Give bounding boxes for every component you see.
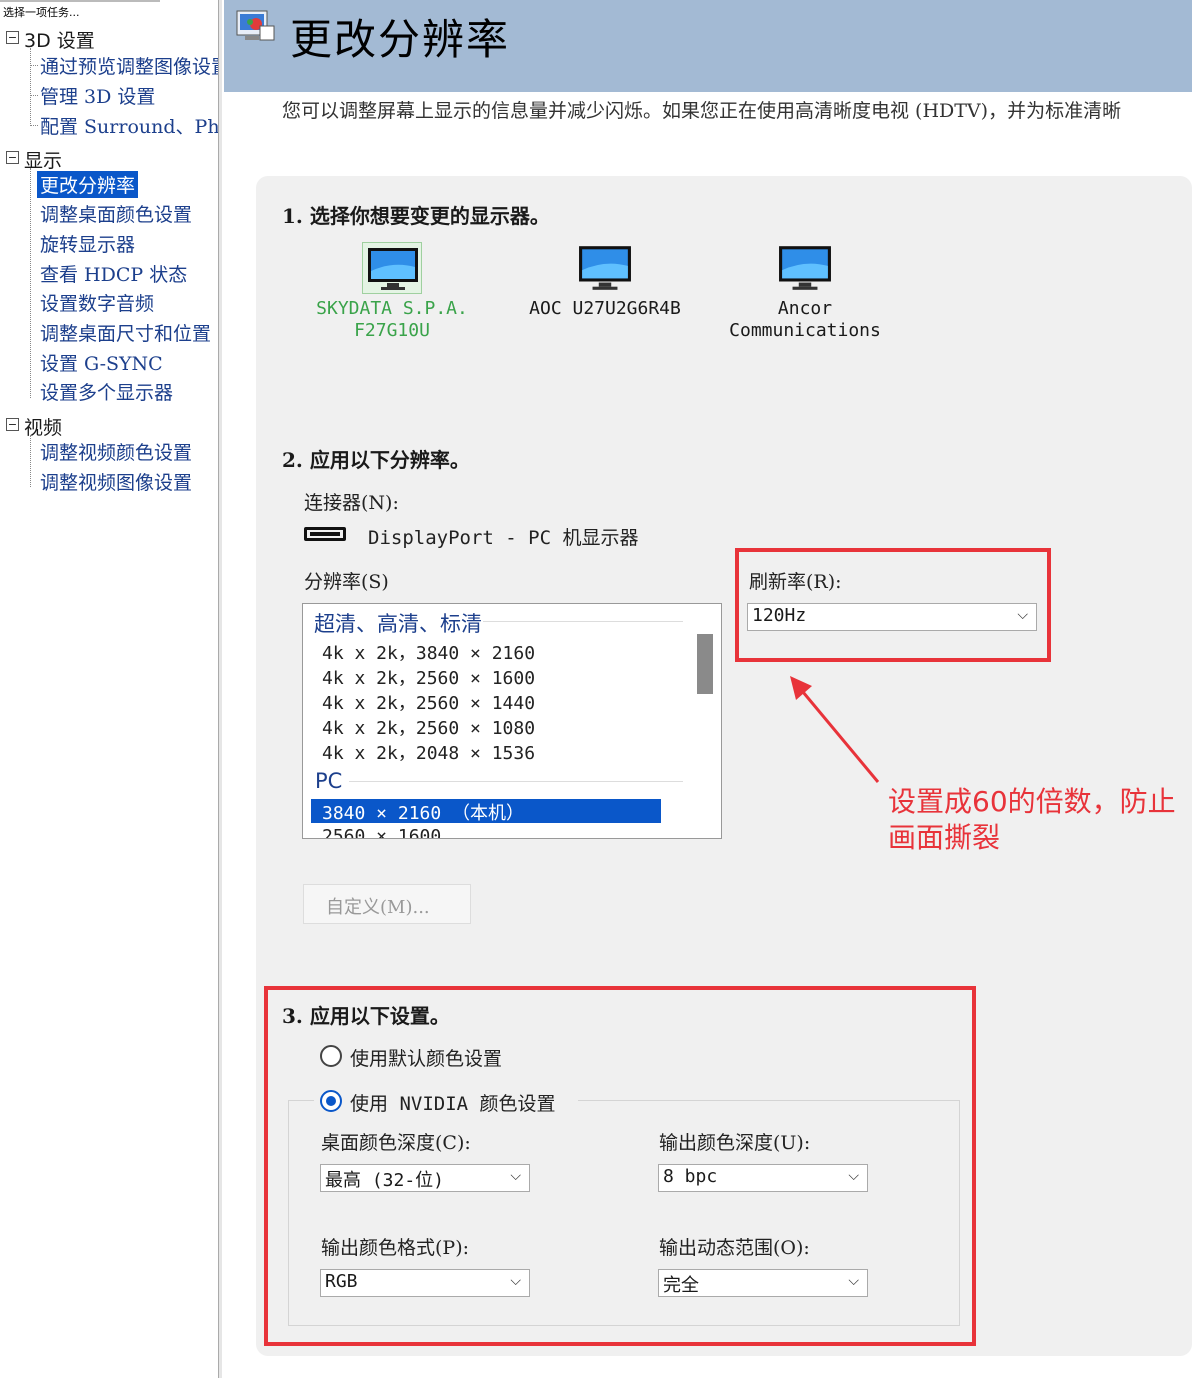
- divider: [483, 621, 683, 622]
- step1-heading: 1. 选择你想要变更的显示器。: [282, 204, 550, 228]
- annotation-arrow-icon: [790, 676, 880, 783]
- resolution-label: 分辨率(S): [304, 571, 389, 593]
- annotation-text-line2: 画面撕裂: [888, 821, 1001, 854]
- divider: [349, 781, 683, 782]
- chevron-down-icon: ⌵: [510, 1168, 521, 1184]
- radio-default-color[interactable]: [320, 1045, 342, 1067]
- sidebar-caption: 选择一项任务...: [3, 6, 80, 19]
- annotation-text-line1: 设置成60的倍数，防止: [888, 785, 1176, 818]
- monitor-skydata-name: SKYDATA S.P.A.: [316, 298, 468, 319]
- desktop-color-depth-label: 桌面颜色深度(C):: [321, 1132, 471, 1154]
- page-title: 更改分辨率: [290, 15, 511, 64]
- sidebar-item-digital-audio[interactable]: 设置数字音频: [40, 289, 218, 316]
- list-scrollbar-thumb[interactable]: [697, 634, 713, 694]
- desktop-color-depth-value: 最高 (32-位): [325, 1170, 445, 1191]
- output-color-format-value: RGB: [325, 1271, 358, 1292]
- output-color-depth-label: 输出颜色深度(U):: [659, 1132, 811, 1154]
- radio-nvidia-color-label: 使用 NVIDIA 颜色设置: [350, 1093, 556, 1115]
- tree-line: [30, 95, 38, 96]
- monitor-aoc-name: AOC U27U2G6R4B: [529, 298, 681, 319]
- sidebar-item-surround-physx[interactable]: 配置 Surround、PhysX: [40, 112, 218, 139]
- resolution-option-selected[interactable]: 3840 × 2160 （本机）: [311, 799, 661, 824]
- sidebar-item-video-color[interactable]: 调整视频颜色设置: [40, 438, 218, 465]
- divider: [0, 0, 160, 2]
- sidebar-item-multi-display[interactable]: 设置多个显示器: [40, 378, 218, 405]
- connector-label: 连接器(N):: [304, 492, 399, 514]
- tree-line: [30, 48, 31, 126]
- resolution-option[interactable]: 4k x 2k，2560 × 1600: [322, 664, 535, 690]
- group-header-hd: 超清、高清、标清: [314, 612, 482, 636]
- monitor-skydata-model: F27G10U: [354, 320, 430, 341]
- collapse-toggle-display[interactable]: −: [6, 151, 19, 164]
- sidebar-splitter[interactable]: [218, 0, 222, 1378]
- chevron-down-icon: ⌵: [848, 1168, 859, 1184]
- tree-line: [30, 125, 38, 126]
- radio-nvidia-color[interactable]: [320, 1090, 342, 1112]
- chevron-down-icon: ⌵: [510, 1273, 521, 1289]
- connector-value: DisplayPort - PC 机显示器: [368, 527, 639, 549]
- tree-line: [30, 65, 38, 66]
- display-settings-icon: [236, 10, 276, 44]
- category-3d-settings[interactable]: 3D 设置: [24, 26, 95, 53]
- collapse-toggle-video[interactable]: −: [6, 418, 19, 431]
- monitor-icon: [368, 248, 418, 290]
- tree-line: [30, 168, 31, 398]
- monitor-aoc-icon[interactable]: [578, 245, 632, 291]
- sidebar-item-preview-image[interactable]: 通过预览调整图像设置: [40, 52, 218, 79]
- group-header-pc: PC: [315, 769, 343, 793]
- output-dynamic-range-label: 输出动态范围(O):: [659, 1237, 810, 1259]
- monitor-ancor-company: Communications: [729, 320, 881, 341]
- sidebar-item-manage-3d[interactable]: 管理 3D 设置: [40, 82, 218, 109]
- monitor-ancor-name: Ancor: [777, 298, 833, 319]
- resolution-option[interactable]: 4k x 2k，3840 × 2160: [322, 639, 535, 665]
- refresh-rate-dropdown[interactable]: 120Hz ⌵: [747, 603, 1037, 631]
- output-color-format-dropdown[interactable]: RGB ⌵: [320, 1269, 530, 1297]
- refresh-rate-value: 120Hz: [752, 605, 807, 626]
- monitor-ancor-icon[interactable]: [778, 245, 832, 291]
- resolution-option[interactable]: 4k x 2k，2560 × 1080: [322, 714, 535, 740]
- monitor-skydata[interactable]: [362, 242, 422, 294]
- sidebar: 选择一项任务... − 3D 设置 通过预览调整图像设置 管理 3D 设置 配置…: [0, 0, 222, 1378]
- refresh-rate-label: 刷新率(R):: [749, 571, 842, 593]
- custom-resolution-button[interactable]: 自定义(M)...: [303, 884, 471, 924]
- collapse-toggle-3d[interactable]: −: [6, 31, 19, 44]
- tree-line: [30, 435, 31, 487]
- resolution-option[interactable]: 4k x 2k，2560 × 1440: [322, 689, 535, 715]
- output-color-format-label: 输出颜色格式(P):: [321, 1237, 470, 1259]
- sidebar-item-desktop-size[interactable]: 调整桌面尺寸和位置: [40, 319, 218, 346]
- output-color-depth-value: 8 bpc: [663, 1166, 718, 1187]
- sidebar-item-video-image[interactable]: 调整视频图像设置: [40, 468, 218, 495]
- desktop-color-depth-dropdown[interactable]: 最高 (32-位) ⌵: [320, 1164, 530, 1192]
- sidebar-item-desktop-color[interactable]: 调整桌面颜色设置: [40, 200, 218, 227]
- chevron-down-icon: ⌵: [848, 1273, 859, 1289]
- sidebar-item-hdcp-status[interactable]: 查看 HDCP 状态: [40, 260, 218, 287]
- output-color-depth-dropdown[interactable]: 8 bpc ⌵: [658, 1164, 868, 1192]
- resolution-list[interactable]: 超清、高清、标清 4k x 2k，3840 × 2160 4k x 2k，256…: [302, 603, 722, 839]
- displayport-icon: [304, 527, 346, 541]
- resolution-option[interactable]: 4k x 2k，2048 × 1536: [322, 739, 535, 765]
- page-description: 您可以调整屏幕上显示的信息量并减少闪烁。如果您正在使用高清晰度电视 (HDTV)…: [282, 100, 1122, 122]
- resolution-option[interactable]: 2560 × 1600: [322, 826, 441, 838]
- sidebar-item-rotate-display[interactable]: 旋转显示器: [40, 230, 218, 257]
- sidebar-item-gsync[interactable]: 设置 G-SYNC: [40, 349, 218, 376]
- radio-default-color-label: 使用默认颜色设置: [350, 1048, 503, 1070]
- step3-heading: 3. 应用以下设置。: [282, 1004, 450, 1028]
- output-dynamic-range-value: 完全: [663, 1275, 699, 1296]
- sidebar-item-change-resolution[interactable]: 更改分辨率: [37, 171, 139, 198]
- chevron-down-icon: ⌵: [1017, 607, 1028, 623]
- output-dynamic-range-dropdown[interactable]: 完全 ⌵: [658, 1269, 868, 1297]
- step2-heading: 2. 应用以下分辨率。: [282, 448, 470, 472]
